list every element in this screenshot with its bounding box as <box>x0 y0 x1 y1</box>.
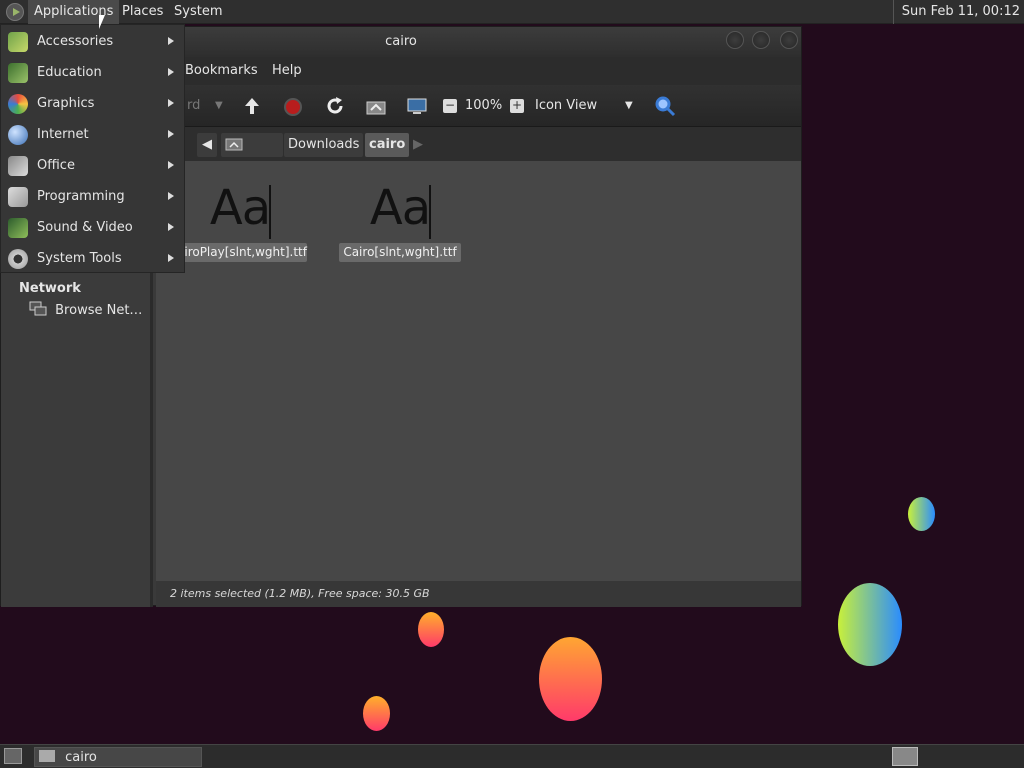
up-arrow-icon[interactable] <box>242 94 262 118</box>
view-mode-select[interactable]: Icon View <box>535 94 597 118</box>
submenu-arrow-icon <box>168 192 174 200</box>
app-menu-education[interactable]: Education <box>1 57 184 88</box>
taskbar-task-cairo[interactable]: cairo <box>34 747 202 767</box>
stop-icon[interactable] <box>284 98 302 116</box>
minimize-button[interactable] <box>726 31 744 49</box>
app-menu-programming[interactable]: Programming <box>1 181 184 212</box>
decorative-balloon <box>908 497 935 531</box>
system-menu[interactable]: System <box>168 0 228 24</box>
zoom-level: 100% <box>465 98 503 113</box>
file-item[interactable]: Aa airoPlay[slnt,wght].ttf <box>173 175 307 262</box>
path-back-button[interactable]: ◀ <box>197 133 217 157</box>
sidebar-item-browse-network[interactable]: Browse Net… <box>29 301 142 318</box>
submenu-arrow-icon <box>168 130 174 138</box>
submenu-arrow-icon <box>168 161 174 169</box>
submenu-arrow-icon <box>168 37 174 45</box>
app-menu-graphics[interactable]: Graphics <box>1 88 184 119</box>
sound-video-icon <box>8 218 28 238</box>
reload-icon[interactable] <box>324 94 346 118</box>
decorative-balloon <box>363 696 390 731</box>
computer-icon[interactable] <box>405 94 429 118</box>
status-bar: 2 items selected (1.2 MB), Free space: 3… <box>156 581 801 607</box>
internet-icon <box>8 125 28 145</box>
decorative-balloon <box>418 612 444 647</box>
path-crumb-downloads[interactable]: Downloads <box>284 133 364 157</box>
app-menu-label: Internet <box>37 127 89 142</box>
window-title: cairo <box>385 34 417 49</box>
app-menu-system-tools[interactable]: System Tools <box>1 243 184 274</box>
search-icon[interactable] <box>653 94 677 118</box>
forward-dropdown-icon[interactable]: ▼ <box>215 94 223 118</box>
graphics-icon <box>8 94 28 114</box>
app-menu-sound-video[interactable]: Sound & Video <box>1 212 184 243</box>
clock[interactable]: Sun Feb 11, 00:12 <box>892 0 1020 24</box>
submenu-arrow-icon <box>168 68 174 76</box>
applications-dropdown: Accessories Education Graphics Internet … <box>0 24 185 273</box>
zoom-out-icon[interactable]: − <box>443 99 457 113</box>
app-menu-accessories[interactable]: Accessories <box>1 26 184 57</box>
decorative-balloon <box>539 637 602 721</box>
programming-icon <box>8 187 28 207</box>
forward-button[interactable]: rd <box>187 94 200 118</box>
decorative-balloon <box>838 583 902 666</box>
app-menu-office[interactable]: Office <box>1 150 184 181</box>
top-panel: Applications Places System Sun Feb 11, 0… <box>0 0 1024 24</box>
path-crumb-vm3[interactable]: vm3 <box>221 133 283 176</box>
font-file-icon: Aa <box>367 175 433 241</box>
zoom-in-icon[interactable]: + <box>510 99 524 113</box>
app-menu-label: Accessories <box>37 34 114 49</box>
office-icon <box>8 156 28 176</box>
network-icon <box>29 301 47 316</box>
distro-logo-icon[interactable] <box>6 3 24 21</box>
app-menu-label: Graphics <box>37 96 95 111</box>
app-menu-label: Sound & Video <box>37 220 133 235</box>
home-folder-icon <box>225 138 243 151</box>
path-crumb-cairo[interactable]: cairo <box>365 133 410 157</box>
folder-icon <box>39 750 55 762</box>
maximize-button[interactable] <box>752 31 770 49</box>
path-forward-button[interactable]: ▶ <box>409 133 427 157</box>
sidebar-item-label: Browse Net… <box>55 303 143 318</box>
applications-menu[interactable]: Applications <box>28 0 120 24</box>
close-button[interactable] <box>780 31 798 49</box>
menu-bookmarks[interactable]: Bookmarks <box>185 57 258 85</box>
view-mode-dropdown-icon[interactable]: ▼ <box>625 94 633 118</box>
app-menu-internet[interactable]: Internet <box>1 119 184 150</box>
file-name: Cairo[slnt,wght].ttf <box>339 243 461 262</box>
app-menu-label: Office <box>37 158 75 173</box>
sidebar-network-header: Network <box>19 281 81 296</box>
font-preview-glyph: Aa <box>209 180 271 236</box>
app-menu-label: System Tools <box>37 251 122 266</box>
font-file-icon: Aa <box>207 175 273 241</box>
app-menu-label: Education <box>37 65 102 80</box>
system-tools-icon <box>8 249 28 269</box>
taskbar: cairo <box>0 744 1024 768</box>
accessories-icon <box>8 32 28 52</box>
workspace-switcher[interactable] <box>892 747 918 766</box>
app-menu-label: Programming <box>37 189 125 204</box>
file-view[interactable]: Aa airoPlay[slnt,wght].ttf Aa Cairo[slnt… <box>156 161 801 581</box>
home-icon[interactable] <box>365 94 387 118</box>
submenu-arrow-icon <box>168 223 174 231</box>
menu-help[interactable]: Help <box>272 57 302 85</box>
show-desktop-icon[interactable] <box>4 748 22 764</box>
file-name: airoPlay[slnt,wght].ttf <box>173 243 307 262</box>
file-item[interactable]: Aa Cairo[slnt,wght].ttf <box>333 175 467 262</box>
submenu-arrow-icon <box>168 99 174 107</box>
font-preview-glyph: Aa <box>369 180 431 236</box>
places-menu[interactable]: Places <box>116 0 169 24</box>
education-icon <box>8 63 28 83</box>
taskbar-task-label: cairo <box>65 750 97 765</box>
submenu-arrow-icon <box>168 254 174 262</box>
mouse-cursor-icon <box>99 15 105 29</box>
